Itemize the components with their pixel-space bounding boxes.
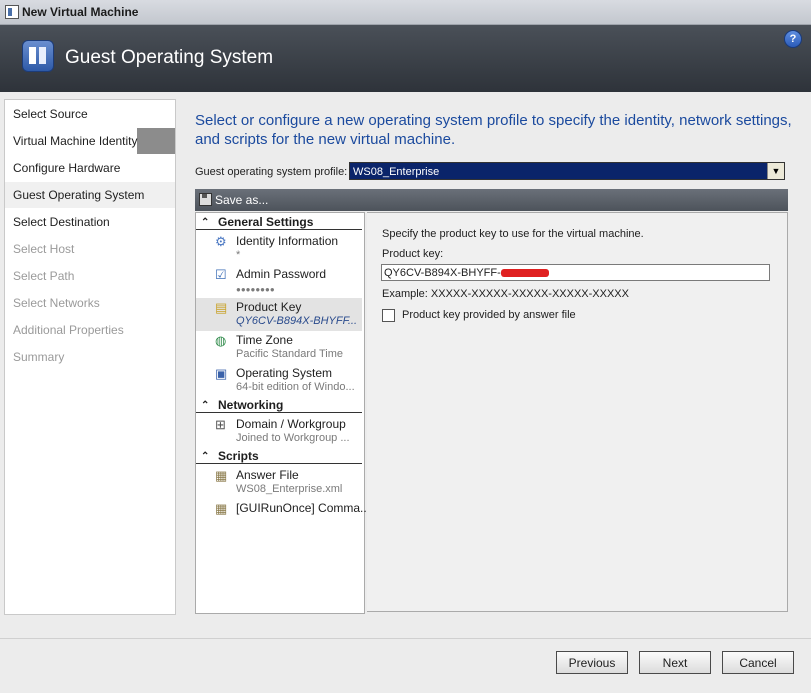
script-file-icon: ▦ <box>215 501 228 516</box>
tree-item-guirunonce[interactable]: ▦ [GUIRunOnce] Comma... <box>196 499 370 532</box>
collapse-icon[interactable]: ⌃ <box>201 449 209 464</box>
tree-item-title: Identity Information <box>236 234 339 248</box>
nav-item-select-path: Select Path <box>13 269 75 283</box>
certificate-icon: ▤ <box>215 300 228 315</box>
tree-item-title: Product Key <box>236 300 302 314</box>
globe-icon: ◍ <box>215 333 227 348</box>
nav-item-select-source[interactable]: Select Source <box>5 101 175 127</box>
tree-item-title: [GUIRunOnce] Comma... <box>236 501 371 515</box>
nav-item-summary: Summary <box>13 350 65 364</box>
group-label: General Settings <box>218 215 314 229</box>
tree-item-answer-file[interactable]: ▦ Answer File WS08_Enterprise.xml <box>196 466 362 499</box>
tree-item-operating-system[interactable]: ▣ Operating System 64-bit edition of Win… <box>196 364 362 397</box>
product-key-label: Product key: <box>382 248 444 260</box>
tree-item-product-key[interactable]: ▤ Product Key QY6CV-B894X-BHYFF... <box>196 298 362 331</box>
save-icon[interactable] <box>199 193 212 206</box>
tree-item-subtitle: 64-bit edition of Windo... <box>236 381 355 393</box>
nav-item-guest-operating-system[interactable]: Guest Operating System <box>5 182 175 208</box>
title-bar[interactable]: New Virtual Machine <box>0 0 811 25</box>
collapse-icon[interactable]: ⌃ <box>201 398 209 413</box>
profile-value: WS08_Enterprise <box>353 166 440 178</box>
chevron-down-icon[interactable]: ▼ <box>767 163 784 179</box>
wizard-navigation: Select Source Virtual Machine Identity C… <box>4 99 176 615</box>
product-key-detail: Specify the product key to use for the v… <box>367 212 788 612</box>
product-key-input[interactable]: QY6CV-B894X-BHYFF- <box>381 264 770 281</box>
main-content: Select or configure a new operating syst… <box>175 99 811 614</box>
tree-item-title: Operating System <box>236 366 333 380</box>
tree-item-domain-workgroup[interactable]: ⊞ Domain / Workgroup Joined to Workgroup… <box>196 415 362 448</box>
wizard-header: Guest Operating System <box>0 25 811 92</box>
tree-item-subtitle: QY6CV-B894X-BHYFF... <box>236 315 358 327</box>
group-general-settings[interactable]: ⌃ General Settings <box>196 215 362 230</box>
product-key-example: Example: XXXXX-XXXXX-XXXXX-XXXXX-XXXXX <box>382 288 629 300</box>
tree-item-subtitle: Joined to Workgroup ... <box>236 432 350 444</box>
tree-item-admin-password[interactable]: ☑ Admin Password ●●●●●●●● <box>196 265 362 298</box>
tree-item-title: Domain / Workgroup <box>236 417 346 431</box>
tree-item-subtitle: * <box>236 249 241 261</box>
profile-dropdown[interactable]: WS08_Enterprise ▼ <box>349 162 785 180</box>
tree-item-time-zone[interactable]: ◍ Time Zone Pacific Standard Time <box>196 331 362 364</box>
nav-item-additional-properties: Additional Properties <box>13 323 124 337</box>
tree-item-title: Answer File <box>236 468 299 482</box>
group-scripts[interactable]: ⌃ Scripts <box>196 449 362 464</box>
window-icon <box>5 5 19 19</box>
identity-icon: ⚙ <box>215 234 227 249</box>
help-icon[interactable]: ? <box>784 30 802 48</box>
previous-button[interactable]: Previous <box>556 651 628 674</box>
product-key-value: QY6CV-B894X-BHYFF- <box>384 267 501 279</box>
group-label: Networking <box>218 398 284 412</box>
answer-file-checkbox[interactable] <box>382 309 395 322</box>
settings-tree: ⌃ General Settings ⚙ Identity Informatio… <box>195 212 370 614</box>
tree-item-subtitle: Pacific Standard Time <box>236 348 343 360</box>
redacted-mark <box>500 269 549 278</box>
network-icon: ⊞ <box>215 417 226 432</box>
detail-instruction: Specify the product key to use for the v… <box>382 228 644 240</box>
tree-item-identity-information[interactable]: ⚙ Identity Information * <box>196 232 362 265</box>
computer-icon: ▣ <box>215 366 228 381</box>
guest-os-icon <box>22 40 54 72</box>
collapse-icon[interactable]: ⌃ <box>201 215 209 230</box>
next-button[interactable]: Next <box>639 651 711 674</box>
tree-item-subtitle: ●●●●●●●● <box>236 285 275 294</box>
group-label: Scripts <box>218 449 259 463</box>
intro-text: Select or configure a new operating syst… <box>195 112 792 148</box>
password-icon: ☑ <box>215 267 227 282</box>
nav-item-select-host: Select Host <box>13 242 75 256</box>
settings-panel: ⌃ General Settings ⚙ Identity Informatio… <box>195 212 788 614</box>
script-file-icon: ▦ <box>215 468 228 483</box>
tree-item-subtitle: WS08_Enterprise.xml <box>236 483 343 495</box>
nav-item-virtual-machine-identity[interactable]: Virtual Machine Identity <box>5 128 175 154</box>
footer-divider <box>0 638 811 639</box>
profile-toolbar: Save as... <box>195 189 788 211</box>
nav-item-select-destination[interactable]: Select Destination <box>5 209 175 235</box>
answer-file-checkbox-label: Product key provided by answer file <box>402 309 576 321</box>
new-virtual-machine-window: New Virtual Machine Guest Operating Syst… <box>0 0 811 693</box>
group-networking[interactable]: ⌃ Networking <box>196 398 362 413</box>
cancel-button[interactable]: Cancel <box>722 651 794 674</box>
save-as-button[interactable]: Save as... <box>215 193 268 207</box>
nav-item-configure-hardware[interactable]: Configure Hardware <box>5 155 175 181</box>
tree-item-title: Time Zone <box>236 333 293 347</box>
window-title: New Virtual Machine <box>22 5 139 19</box>
tree-item-title: Admin Password <box>236 267 327 281</box>
page-title: Guest Operating System <box>65 47 274 68</box>
profile-label: Guest operating system profile: <box>195 166 348 178</box>
nav-item-select-networks: Select Networks <box>13 296 100 310</box>
